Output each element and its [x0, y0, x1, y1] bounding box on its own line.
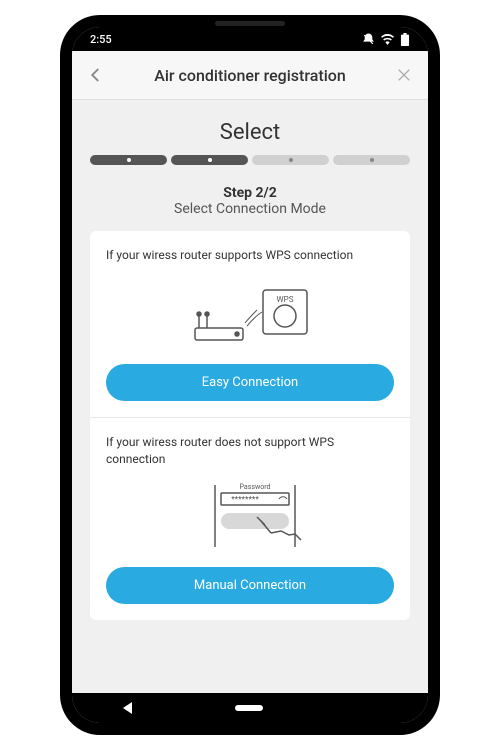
manual-connection-button[interactable]: Manual Connection [106, 567, 394, 604]
no-sound-icon [362, 33, 375, 46]
svg-text:********: ******** [231, 495, 259, 504]
status-bar: 2:55 [72, 27, 428, 51]
easy-description: If your wiress router supports WPS conne… [106, 247, 394, 264]
manual-description: If your wiress router does not support W… [106, 434, 394, 468]
android-nav-bar [72, 693, 428, 723]
page-title: Air conditioner registration [108, 66, 392, 85]
easy-option: If your wiress router supports WPS conne… [90, 231, 410, 417]
nav-home-icon[interactable] [235, 705, 263, 711]
close-button[interactable] [392, 67, 416, 83]
progress-bar [90, 155, 410, 165]
status-time: 2:55 [90, 33, 112, 46]
section-title: Select [90, 120, 410, 145]
close-icon [396, 67, 412, 83]
progress-step-3 [252, 155, 329, 165]
wifi-icon [381, 34, 394, 45]
manual-option: If your wiress router does not support W… [90, 417, 410, 621]
step-label: Step 2/2 [90, 185, 410, 201]
progress-step-1 [90, 155, 167, 165]
status-icons [362, 33, 410, 46]
password-illustration: Password ******** [106, 477, 394, 555]
screen: 2:55 Air conditioner registration Select [72, 27, 428, 723]
options-card: If your wiress router supports WPS conne… [90, 231, 410, 620]
content: Select Step 2/2 Select Connection Mode I… [72, 100, 428, 693]
svg-text:WPS: WPS [277, 295, 294, 304]
speaker-grill [215, 21, 285, 26]
progress-step-2 [171, 155, 248, 165]
back-button[interactable] [84, 66, 108, 84]
battery-icon [400, 33, 410, 46]
easy-connection-button[interactable]: Easy Connection [106, 364, 394, 401]
step-subtitle: Select Connection Mode [90, 201, 410, 217]
svg-text:Password: Password [240, 483, 271, 491]
chevron-left-icon [87, 66, 105, 84]
app-header: Air conditioner registration [72, 51, 428, 100]
wps-illustration: WPS [106, 274, 394, 352]
phone-frame: 2:55 Air conditioner registration Select [60, 15, 440, 735]
progress-step-4 [333, 155, 410, 165]
nav-back-icon[interactable] [123, 702, 132, 714]
